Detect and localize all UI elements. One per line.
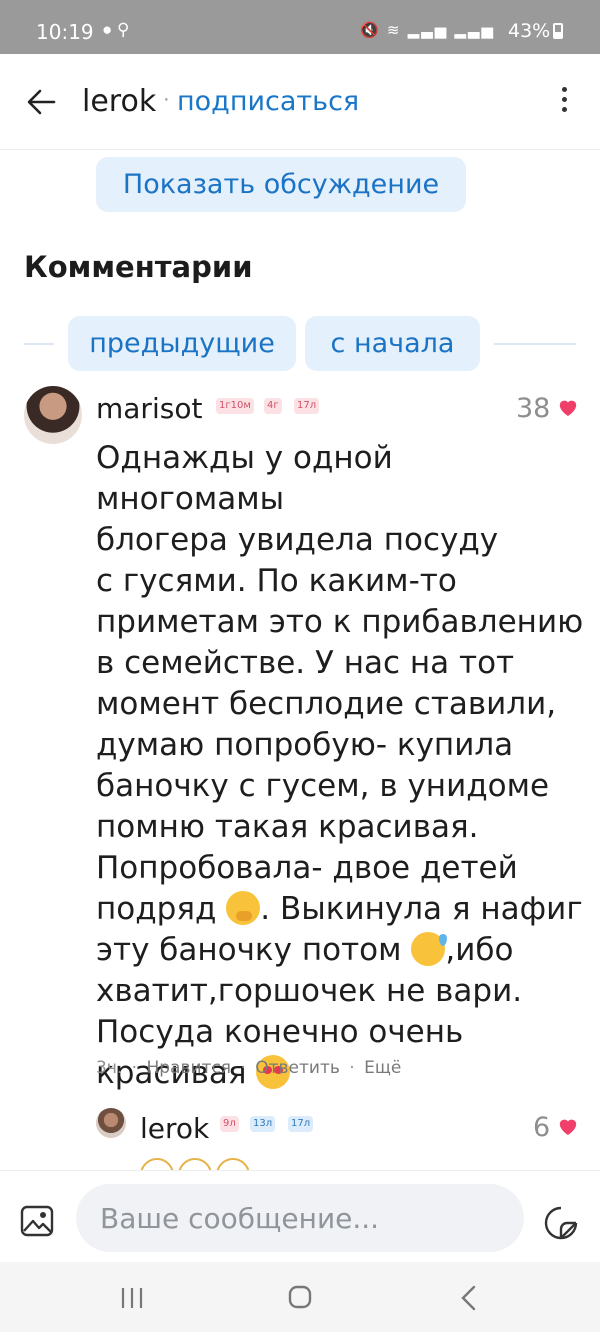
more-action[interactable]: Ещё [364, 1058, 401, 1078]
system-navigation-bar [0, 1262, 600, 1332]
back-icon[interactable] [450, 1282, 490, 1314]
blog-title[interactable]: lerok [82, 84, 156, 119]
title-separator: · [163, 88, 170, 110]
comment-line: Посуда конечно очень [96, 1014, 464, 1050]
signal-icons: 🔇 ≋ ▂▃▅ ▂▃▅ [360, 22, 495, 39]
reply-author[interactable]: lerok [140, 1112, 209, 1145]
hand-over-mouth-emoji-icon [226, 891, 261, 925]
divider-left [24, 343, 54, 345]
avatar[interactable] [24, 386, 82, 444]
divider-right [494, 343, 576, 345]
like-count: 38 [516, 393, 551, 424]
more-vertical-icon[interactable] [554, 84, 574, 120]
from-start-button[interactable]: с начала [305, 316, 480, 371]
member-badge: 1г10м [216, 398, 254, 414]
comment-line: с гусями. По каким-то [96, 563, 457, 599]
child-age-badge: 17л [288, 1116, 314, 1132]
status-bar: 10:19 ● ⚲ 🔇 ≋ ▂▃▅ ▂▃▅ 43% [0, 0, 600, 54]
reply-text-cropped [140, 1158, 560, 1170]
like-action[interactable]: Нравится [146, 1058, 231, 1078]
child-age-badge: 17л [294, 398, 320, 414]
home-icon[interactable] [280, 1282, 320, 1314]
child-age-badge: 13л [250, 1116, 276, 1132]
comment-line: помню такая красивая. [96, 809, 479, 845]
sticker-icon[interactable] [543, 1205, 579, 1241]
child-age-badge: 4г [264, 398, 282, 414]
comment-time: 3ч. [96, 1058, 123, 1078]
comment-line: приметам это к прибавлению [96, 604, 584, 640]
comment-actions: 3ч. · Нравится · Ответить · Ещё [96, 1058, 402, 1078]
battery-indicator: 43% [508, 20, 564, 42]
avatar[interactable] [96, 1108, 126, 1138]
show-discussion-button[interactable]: Показать обсуждение [96, 157, 466, 212]
image-icon[interactable] [20, 1205, 54, 1237]
child-age-badge: 9л [220, 1116, 239, 1132]
back-arrow-icon[interactable] [22, 82, 62, 122]
comment-line: в семействе. У нас на тот [96, 645, 515, 681]
status-time: 10:19 [36, 20, 94, 44]
like-count: 6 [533, 1112, 551, 1143]
notification-icons: ● ⚲ [102, 20, 130, 39]
comment-line: Однажды у одной многомамы [96, 440, 393, 517]
top-app-bar: lerok · подписаться [0, 54, 600, 150]
comments-heading: Комментарии [24, 250, 253, 284]
comment-line: думаю попробую- купила [96, 727, 514, 763]
comment-text: Однажды у одной многомамы блогера увидел… [96, 438, 586, 1094]
heart-icon[interactable] [557, 397, 579, 417]
comment-line: эту баночку потом ,ибо [96, 932, 514, 968]
subscribe-link[interactable]: подписаться [177, 86, 359, 117]
comment-line: подряд . Выкинула я нафиг [96, 891, 583, 927]
recent-apps-icon[interactable] [112, 1282, 152, 1314]
comment-author[interactable]: marisot [96, 392, 202, 425]
reply-action[interactable]: Ответить [255, 1058, 340, 1078]
comment-line: Попробовала- двое детей [96, 850, 518, 886]
comment-line: хватит,горшочек не вари. [96, 973, 523, 1009]
comment-line: блогера увидела посуду [96, 522, 499, 558]
comment-line: момент бесплодие ставили, [96, 686, 557, 722]
previous-comments-button[interactable]: предыдущие [68, 316, 296, 371]
heart-icon[interactable] [557, 1116, 579, 1136]
grinning-sweat-emoji-icon [411, 932, 448, 966]
message-composer [0, 1170, 600, 1262]
message-input[interactable] [76, 1184, 524, 1252]
comment-line: баночку с гусем, в унидоме [96, 768, 550, 804]
battery-icon [553, 23, 564, 39]
